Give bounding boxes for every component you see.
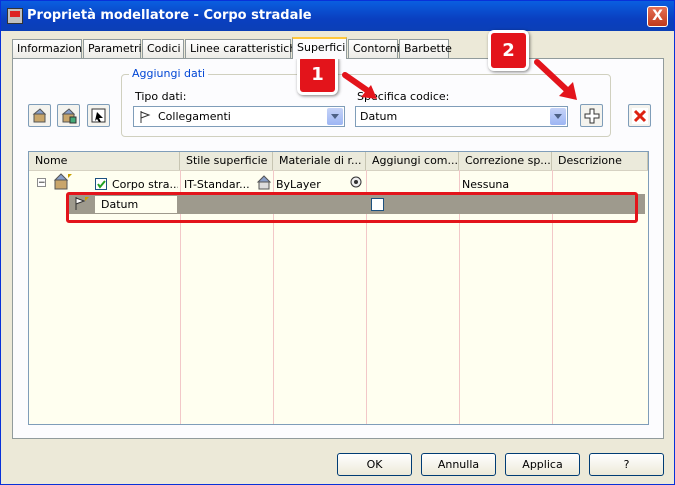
- ok-button[interactable]: OK: [337, 453, 412, 476]
- surface-enabled-checkbox[interactable]: [95, 178, 107, 190]
- link-icon: [140, 111, 151, 123]
- column-header-surface-style[interactable]: Stile superficie: [180, 152, 273, 170]
- window-title: Proprietà modellatore - Corpo stradale: [27, 8, 312, 23]
- add-data-group-label: Aggiungi dati: [129, 67, 209, 80]
- close-button[interactable]: X: [647, 6, 668, 27]
- column-header-name[interactable]: Nome: [29, 152, 180, 170]
- collapse-toggle[interactable]: −: [37, 178, 46, 187]
- row-correction[interactable]: Nessuna: [462, 178, 548, 191]
- chevron-down-icon[interactable]: [327, 108, 343, 125]
- column-header-add-as-breakline[interactable]: Aggiungi com...: [366, 152, 459, 170]
- column-header-description[interactable]: Descrizione: [552, 152, 648, 170]
- add-button[interactable]: [580, 104, 603, 127]
- help-button[interactable]: ?: [589, 453, 664, 476]
- grid-header: Nome Stile superficie Materiale di r... …: [29, 152, 648, 171]
- material-icon: [256, 175, 272, 190]
- column-header-overhang-correction[interactable]: Correzione sp...: [459, 152, 552, 170]
- code-dropdown[interactable]: Datum: [355, 106, 568, 127]
- title-bar[interactable]: Proprietà modellatore - Corpo stradale X: [1, 1, 674, 31]
- apply-button[interactable]: Applica: [505, 453, 580, 476]
- row-material[interactable]: ByLayer: [276, 178, 356, 191]
- data-type-value: Collegamenti: [158, 110, 231, 123]
- tab-linee-caratteristiche[interactable]: Linee caratteristiche: [185, 39, 303, 58]
- surface-style-icon[interactable]: [57, 104, 80, 127]
- pick-surface-icon[interactable]: [87, 104, 110, 127]
- arrow-icon: [342, 72, 377, 99]
- tab-codici[interactable]: Codici: [142, 39, 184, 58]
- tab-parametri[interactable]: Parametri: [83, 39, 142, 58]
- highlight-box: [66, 192, 638, 223]
- tab-contorni[interactable]: Contorni: [348, 39, 400, 58]
- column-header-material[interactable]: Materiale di r...: [273, 152, 366, 170]
- annotation-badge-1: 1: [297, 54, 338, 95]
- code-value: Datum: [360, 110, 398, 123]
- cancel-button[interactable]: Annulla: [421, 453, 496, 476]
- data-type-dropdown[interactable]: Collegamenti: [133, 106, 345, 127]
- properties-dialog: Proprietà modellatore - Corpo stradale X…: [0, 0, 675, 485]
- app-icon: [7, 8, 23, 24]
- delete-button[interactable]: [628, 104, 651, 127]
- annotation-badge-2: 2: [488, 30, 529, 71]
- corridor-surface-icon: [53, 173, 72, 190]
- chevron-down-icon[interactable]: [550, 108, 566, 125]
- arrow-icon: [534, 59, 577, 100]
- tab-informazioni[interactable]: Informazioni: [12, 39, 85, 58]
- tab-barbette[interactable]: Barbette: [399, 39, 452, 58]
- row-name[interactable]: Corpo stra...: [112, 178, 178, 191]
- style-picker-icon[interactable]: [349, 175, 363, 189]
- tab-superfici[interactable]: Superfici: [292, 37, 347, 59]
- data-type-label: Tipo dati:: [135, 90, 187, 103]
- create-surface-icon[interactable]: [28, 104, 51, 127]
